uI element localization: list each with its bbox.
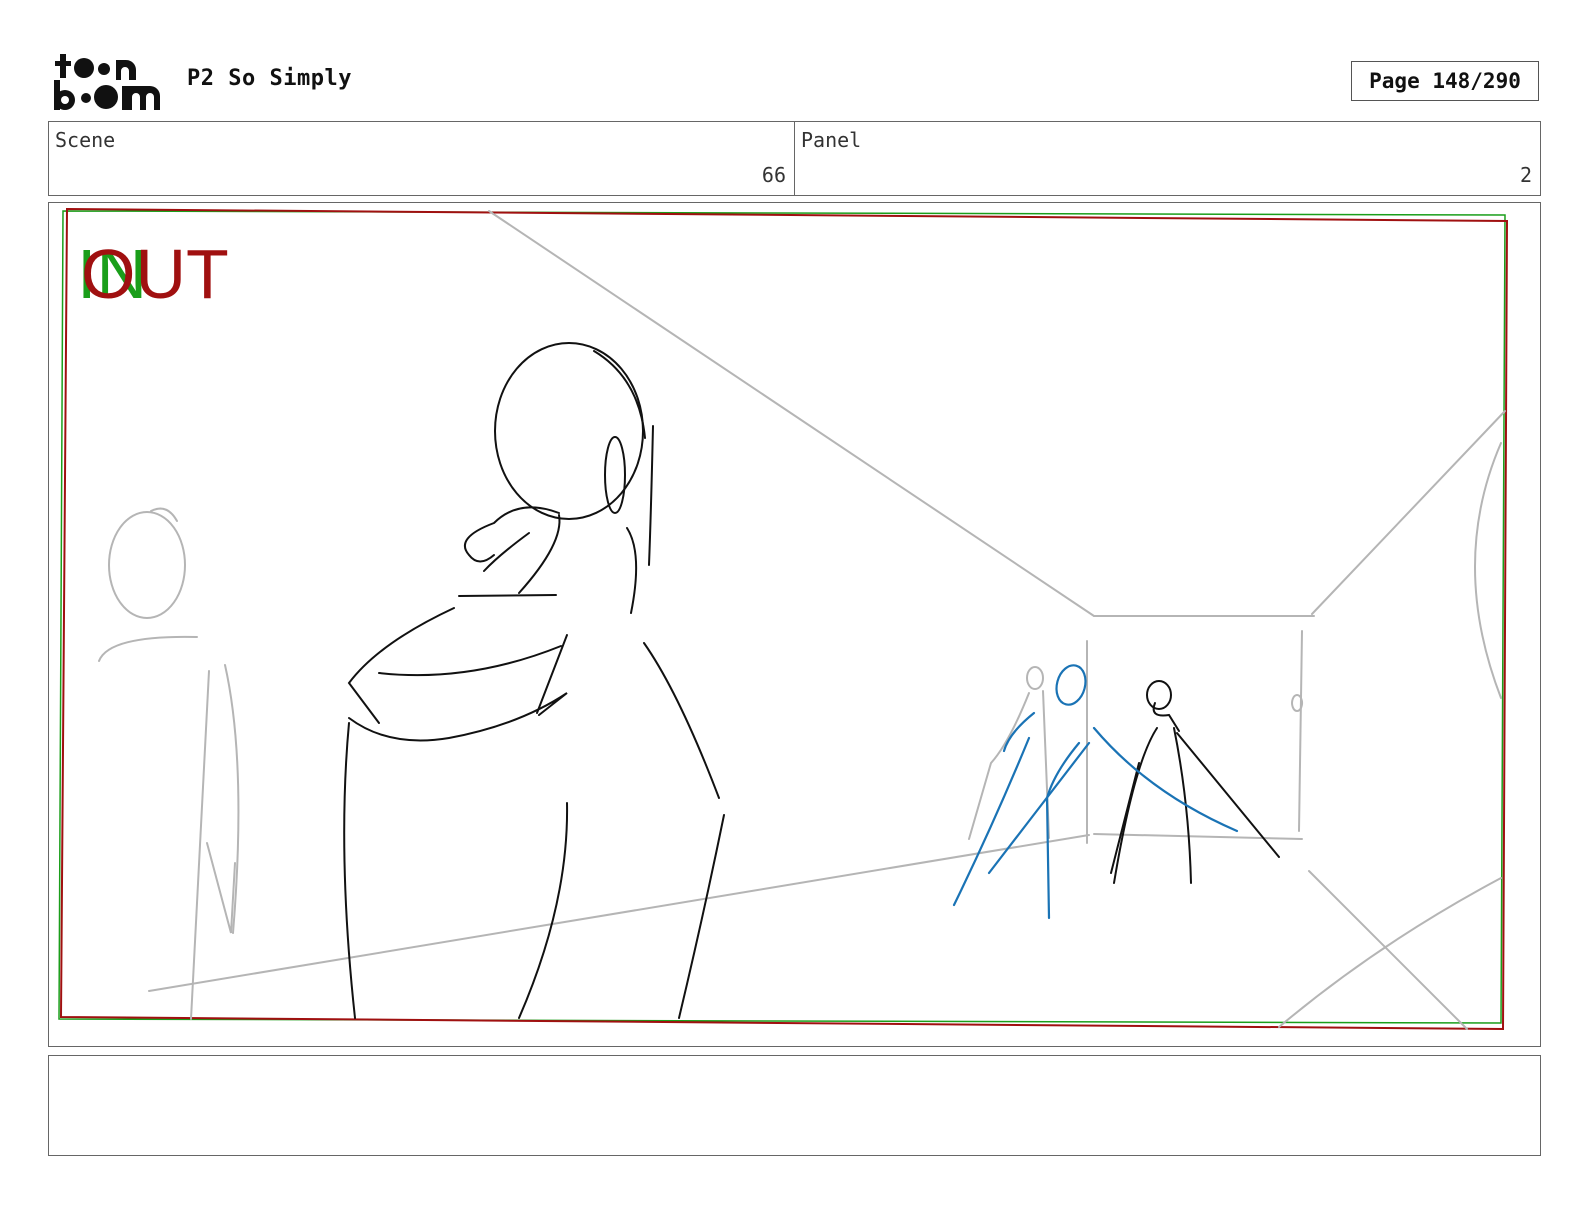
panel-cell: Panel 2 — [794, 122, 1540, 195]
background-sketch — [98, 210, 1506, 1030]
blue-character-sketch — [952, 664, 1239, 920]
toonboom-logo — [52, 52, 164, 112]
scene-number: 66 — [761, 163, 786, 187]
panel-number: 2 — [1519, 163, 1532, 187]
scene-label: Scene — [55, 128, 116, 152]
scene-cell: Scene 66 — [49, 122, 794, 195]
page-indicator: Page 148/290 — [1351, 61, 1539, 101]
out-frame-border — [59, 207, 1509, 1031]
storyboard-frame: IN OUT — [48, 202, 1541, 1047]
out-mark: OUT — [81, 235, 229, 313]
panel-notes-box[interactable] — [48, 1055, 1541, 1156]
project-title: P2 So Simply — [187, 66, 352, 91]
scene-panel-info: Scene 66 Panel 2 — [48, 121, 1541, 196]
foreground-character-sketch — [343, 342, 1280, 1019]
panel-label: Panel — [801, 128, 862, 152]
panel-drawing: IN OUT — [58, 207, 1509, 1031]
